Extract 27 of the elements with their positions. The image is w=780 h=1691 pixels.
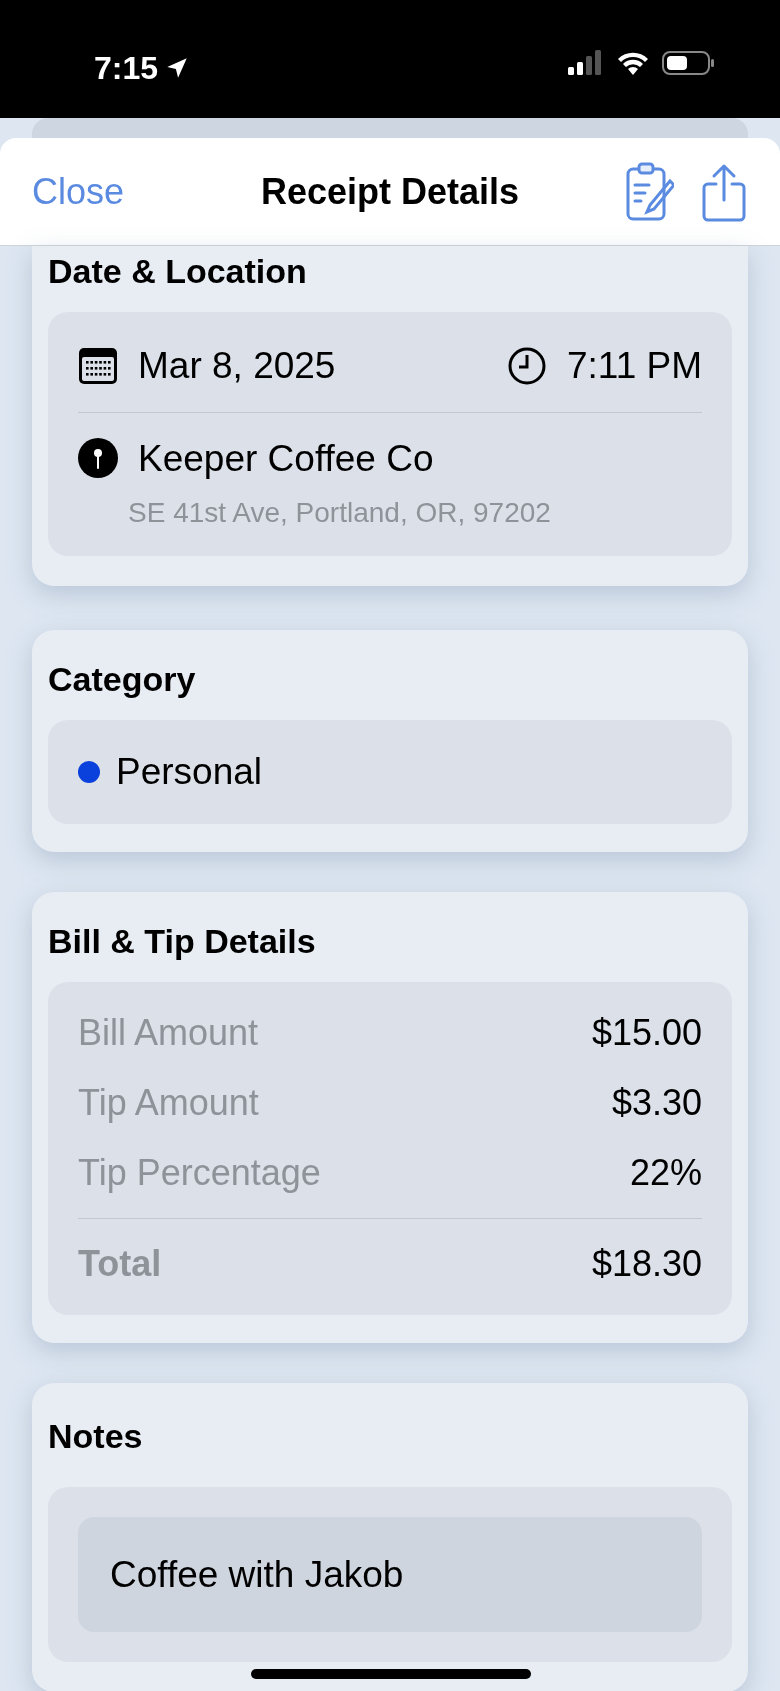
section-title: Bill & Tip Details: [48, 923, 317, 958]
clock-icon: [506, 345, 547, 386]
total-value: $18.30: [591, 1241, 702, 1286]
bill-label: Tip Percentage: [78, 1150, 321, 1195]
section-title: Date & Location: [48, 254, 308, 288]
bill-value: 22%: [629, 1150, 702, 1195]
address-text: SE 41st Ave, Portland, OR, 97202: [128, 496, 552, 530]
bill-label: Tip Amount: [78, 1080, 259, 1125]
wifi-icon: [616, 50, 650, 76]
clipboard-edit-icon[interactable]: [624, 160, 674, 223]
bill-value: $15.00: [591, 1010, 702, 1055]
map-pin-icon: [78, 438, 118, 479]
time-text: 7:11 PM: [566, 344, 702, 388]
section-title: Category: [48, 662, 197, 696]
section-title: Notes: [48, 1418, 144, 1453]
bill-value: $3.30: [611, 1080, 702, 1125]
screen-title: Receipt Details: [260, 169, 520, 214]
bill-label: Bill Amount: [78, 1010, 259, 1055]
status-time: 7:15: [94, 49, 159, 88]
notes-field[interactable]: Coffee with Jakob: [78, 1516, 702, 1632]
total-label: Total: [78, 1241, 162, 1286]
date-text: Mar 8, 2025: [138, 344, 336, 388]
place-name: Keeper Coffee Co: [138, 436, 434, 481]
signal-icon: [568, 50, 604, 76]
battery-icon: [662, 50, 716, 76]
calendar-icon: [78, 346, 118, 385]
category-name: Personal: [116, 750, 263, 794]
